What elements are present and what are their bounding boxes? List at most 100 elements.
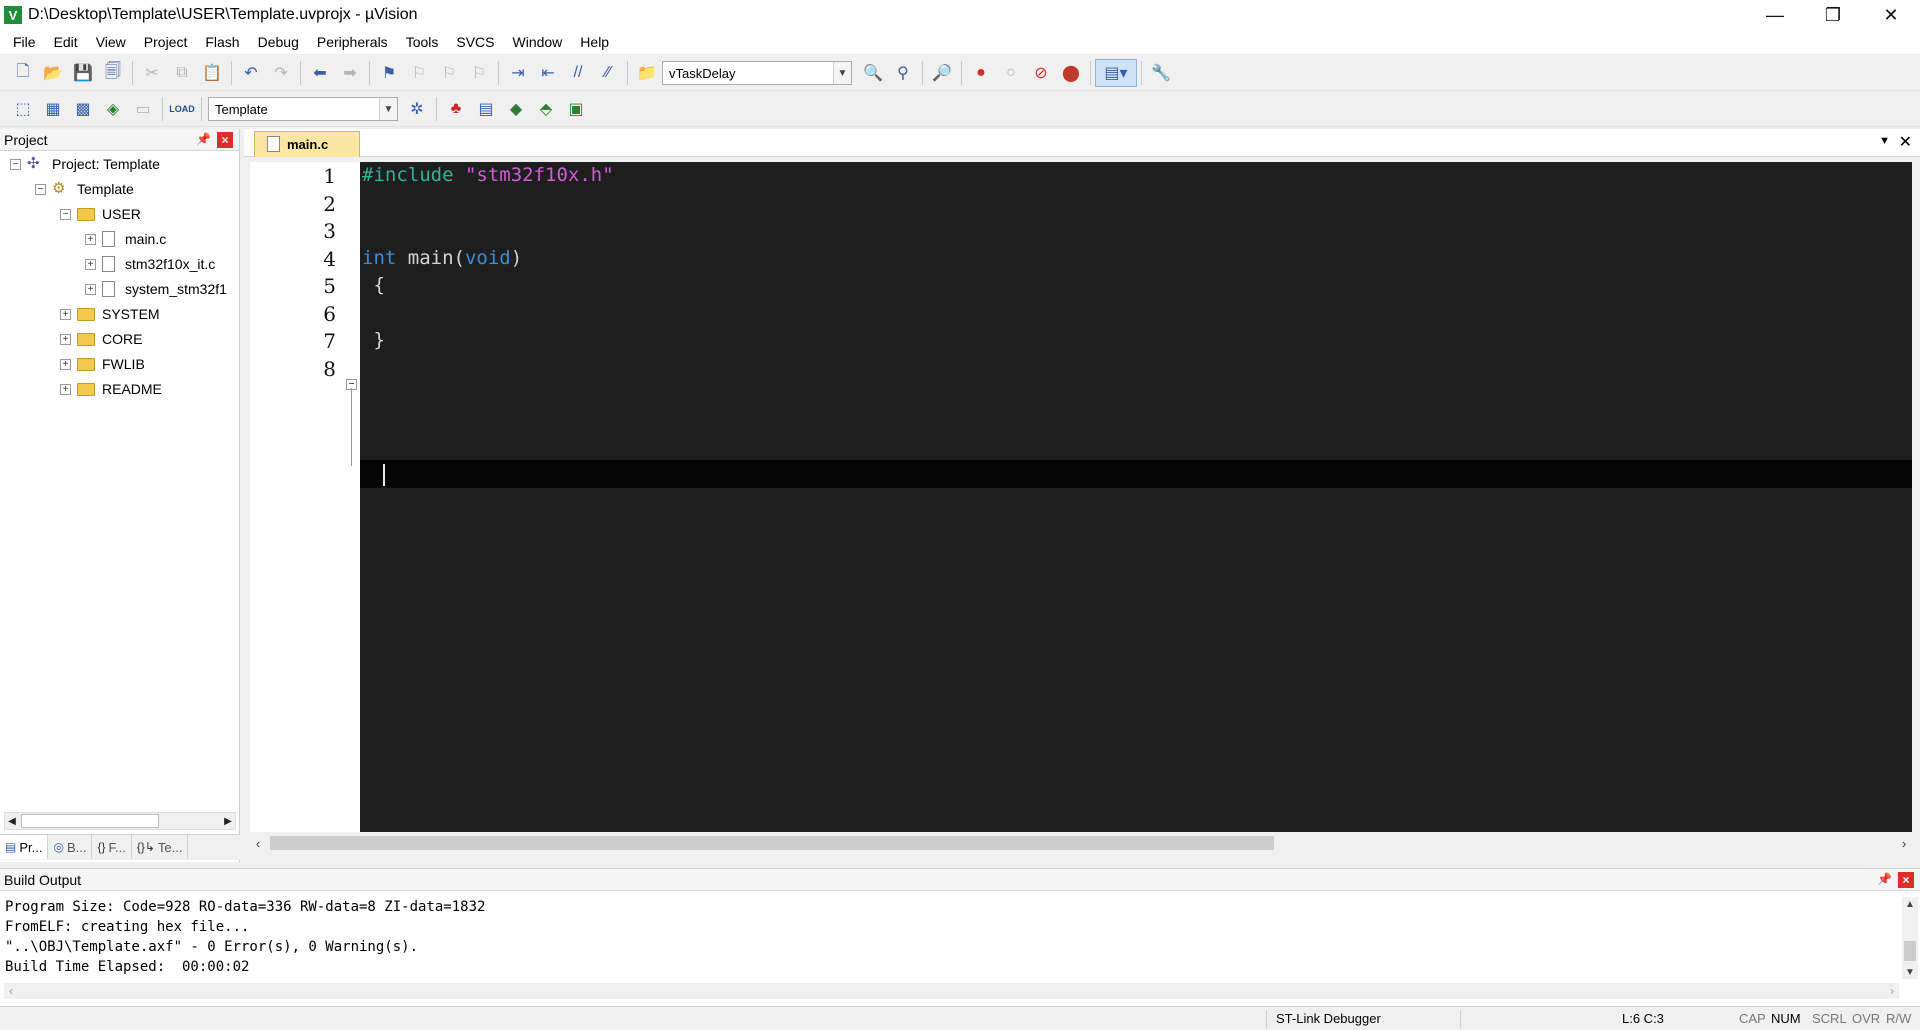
chevron-down-icon[interactable]: ▼ <box>833 62 851 84</box>
collapse-icon[interactable]: − <box>60 208 71 220</box>
disable-breakpoints-icon[interactable]: ⊘ <box>1026 59 1056 87</box>
download-icon[interactable]: LOAD <box>167 95 197 123</box>
build-icon[interactable]: ▦ <box>38 95 68 123</box>
expand-icon[interactable]: + <box>60 333 71 345</box>
file-extensions-icon[interactable]: ♣ <box>441 95 471 123</box>
editor-horizontal-scrollbar[interactable]: ‹ › <box>250 834 1912 852</box>
start-debug-icon[interactable]: 🔎 <box>927 59 957 87</box>
tree-file[interactable]: + system_stm32f1 <box>85 278 227 300</box>
indent-icon[interactable]: ⇥ <box>503 59 533 87</box>
configure-icon[interactable]: 🔧 <box>1146 59 1176 87</box>
tree-file[interactable]: + main.c <box>85 228 166 250</box>
expand-icon[interactable]: + <box>60 358 71 370</box>
menu-project[interactable]: Project <box>135 34 197 50</box>
find-in-files-icon[interactable]: 📁 <box>632 59 662 87</box>
menu-view[interactable]: View <box>87 34 135 50</box>
bookmark-prev-icon[interactable]: ⚐ <box>404 59 434 87</box>
target-options-icon[interactable]: ✲ <box>402 95 432 123</box>
scrollbar-thumb[interactable] <box>1904 941 1916 961</box>
insert-breakpoint-icon[interactable]: ● <box>966 59 996 87</box>
expand-icon[interactable]: + <box>85 233 96 245</box>
bookmark-next-icon[interactable]: ⚐ <box>434 59 464 87</box>
target-combo[interactable]: Template ▼ <box>208 97 398 121</box>
save-icon[interactable]: 💾 <box>68 59 98 87</box>
redo-icon[interactable]: ↷ <box>266 59 296 87</box>
scroll-right-icon[interactable]: › <box>1885 983 1899 999</box>
tree-group[interactable]: + CORE <box>60 328 142 350</box>
menu-flash[interactable]: Flash <box>196 34 248 50</box>
pin-icon[interactable]: 📌 <box>196 132 211 146</box>
scroll-right-icon[interactable]: › <box>1896 834 1912 852</box>
copy-icon[interactable]: ⧉ <box>167 59 197 87</box>
scroll-left-icon[interactable]: ‹ <box>4 983 18 999</box>
code-editor[interactable]: #include "stm32f10x.h" int main(void) { … <box>360 162 1912 832</box>
scroll-left-icon[interactable]: ‹ <box>250 834 266 852</box>
translate-icon[interactable]: ⬚ <box>8 95 38 123</box>
select-packs-icon[interactable]: ◆ <box>501 95 531 123</box>
find-icon[interactable]: 🔍 <box>858 59 888 87</box>
close-tab-icon[interactable]: ✕ <box>1899 132 1912 152</box>
manage-components-icon[interactable]: ▤ <box>471 95 501 123</box>
editor-tab-main-c[interactable]: main.c <box>254 131 360 157</box>
close-icon[interactable]: × <box>1898 872 1914 888</box>
menu-edit[interactable]: Edit <box>45 34 87 50</box>
scrollbar-thumb[interactable] <box>270 836 1274 850</box>
scroll-up-icon[interactable]: ▲ <box>1902 897 1918 911</box>
menu-svcs[interactable]: SVCS <box>447 34 503 50</box>
new-file-icon[interactable]: 🗋 <box>8 59 38 87</box>
menu-file[interactable]: File <box>4 34 45 50</box>
expand-icon[interactable]: + <box>60 308 71 320</box>
tree-group[interactable]: + FWLIB <box>60 353 145 375</box>
build-output-horizontal-scrollbar[interactable]: ‹ › <box>4 983 1899 999</box>
menu-help[interactable]: Help <box>571 34 618 50</box>
collapse-icon[interactable]: − <box>10 158 21 170</box>
menu-debug[interactable]: Debug <box>249 34 308 50</box>
save-all-icon[interactable]: 🗐 <box>98 59 128 87</box>
scroll-down-icon[interactable]: ▼ <box>1902 965 1918 979</box>
stop-build-icon[interactable]: ▭ <box>128 95 158 123</box>
menu-peripherals[interactable]: Peripherals <box>308 34 397 50</box>
build-output-vertical-scrollbar[interactable]: ▲ ▼ <box>1902 897 1918 979</box>
enable-breakpoint-icon[interactable]: ○ <box>996 59 1026 87</box>
project-horizontal-scrollbar[interactable]: ◀ ▶ <box>4 812 236 830</box>
kill-breakpoints-icon[interactable]: ⬤ <box>1056 59 1086 87</box>
tree-group-user[interactable]: − USER <box>60 203 141 225</box>
batch-build-icon[interactable]: ◈ <box>98 95 128 123</box>
comment-icon[interactable]: // <box>563 59 593 87</box>
bookmark-toggle-icon[interactable]: ⚑ <box>374 59 404 87</box>
pin-icon[interactable]: 📌 <box>1877 872 1892 886</box>
window-layout-icon[interactable]: ▤▾ <box>1095 59 1137 87</box>
close-window-button[interactable]: ✕ <box>1862 0 1920 30</box>
tree-file[interactable]: + stm32f10x_it.c <box>85 253 215 275</box>
tab-functions[interactable]: {} F... <box>92 835 132 859</box>
expand-icon[interactable]: + <box>85 258 96 270</box>
tree-group[interactable]: + SYSTEM <box>60 303 160 325</box>
uncomment-icon[interactable]: ⁄⁄ <box>593 59 623 87</box>
bookmark-clear-icon[interactable]: ⚐ <box>464 59 494 87</box>
collapse-icon[interactable]: − <box>35 183 46 195</box>
paste-icon[interactable]: 📋 <box>197 59 227 87</box>
chevron-down-icon[interactable]: ▼ <box>379 98 397 120</box>
cut-icon[interactable]: ✂ <box>137 59 167 87</box>
tab-templates[interactable]: {}↳ Te... <box>132 835 189 859</box>
find-combo[interactable]: vTaskDelay ▼ <box>662 61 852 85</box>
undo-icon[interactable]: ↶ <box>236 59 266 87</box>
incremental-find-icon[interactable]: ⚲ <box>888 59 918 87</box>
expand-icon[interactable]: + <box>85 283 96 295</box>
tree-group[interactable]: + README <box>60 378 162 400</box>
scroll-left-icon[interactable]: ◀ <box>5 813 19 829</box>
navigate-forward-icon[interactable]: ➡ <box>335 59 365 87</box>
rebuild-icon[interactable]: ▩ <box>68 95 98 123</box>
tree-target[interactable]: − ⚙ Template <box>35 178 134 200</box>
tab-list-dropdown-icon[interactable]: ▼ <box>1879 135 1890 147</box>
unindent-icon[interactable]: ⇤ <box>533 59 563 87</box>
navigate-back-icon[interactable]: ⬅ <box>305 59 335 87</box>
menu-window[interactable]: Window <box>504 34 572 50</box>
close-icon[interactable]: × <box>217 132 233 148</box>
run-time-environment-icon[interactable]: ▣ <box>561 95 591 123</box>
minimize-button[interactable]: — <box>1746 0 1804 30</box>
expand-icon[interactable]: + <box>60 383 71 395</box>
pack-installer-icon[interactable]: ⬘ <box>531 95 561 123</box>
menu-tools[interactable]: Tools <box>397 34 448 50</box>
restore-button[interactable]: ❐ <box>1804 0 1862 30</box>
